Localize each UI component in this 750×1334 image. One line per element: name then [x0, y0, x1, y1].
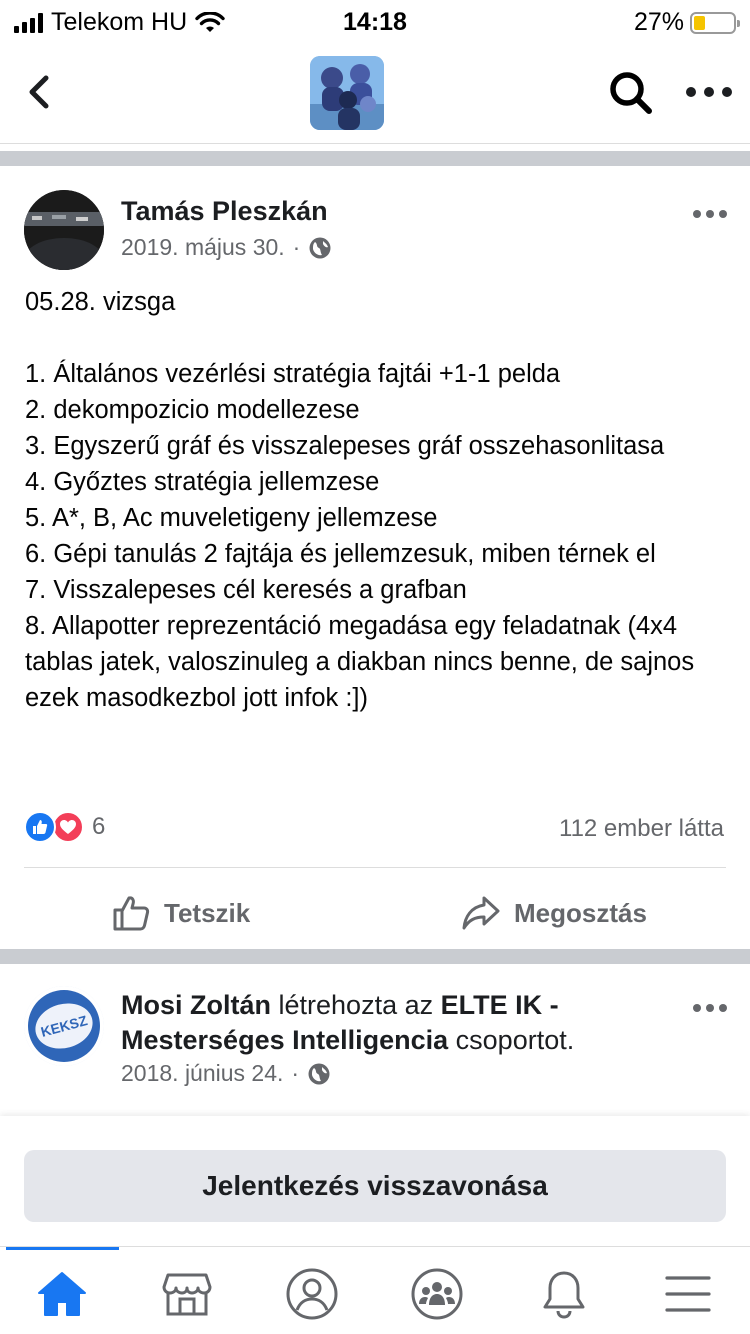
- post-divider: [24, 867, 726, 868]
- story-actor[interactable]: Mosi Zoltán: [121, 990, 271, 1020]
- post-options-icon[interactable]: [693, 210, 727, 218]
- post-author[interactable]: Tamás Pleszkán: [121, 196, 328, 227]
- battery-icon: [690, 11, 740, 34]
- groups-icon[interactable]: [410, 1267, 464, 1321]
- group-created-story: KEKSZ Mosi Zoltán létrehozta az ELTE IK …: [0, 964, 750, 1116]
- search-icon[interactable]: [608, 70, 654, 116]
- story-verb: létrehozta az: [278, 990, 434, 1020]
- share-button[interactable]: Megosztás: [462, 888, 647, 938]
- globe-icon: [308, 1063, 330, 1084]
- home-icon[interactable]: [35, 1267, 89, 1321]
- post-meta: 2019. május 30. ·: [121, 234, 332, 261]
- top-nav: [0, 42, 750, 144]
- story-options-icon[interactable]: [693, 1004, 727, 1012]
- bottom-tab-bar: [0, 1246, 750, 1334]
- menu-icon[interactable]: [661, 1267, 715, 1321]
- story-date[interactable]: 2018. június 24.: [121, 1060, 283, 1087]
- post-line: 6. Gépi tanulás 2 fajtája és jellemzesuk…: [25, 540, 656, 568]
- post-line: 4. Győztes stratégia jellemzese: [25, 468, 380, 496]
- post-line: 5. A*, B, Ac muveletigeny jellemzese: [25, 504, 438, 532]
- group-creator-avatar[interactable]: KEKSZ: [24, 986, 104, 1066]
- section-separator: [0, 949, 750, 964]
- active-tab-indicator: [6, 1247, 119, 1250]
- post-line: 1. Általános vezérlési stratégia fajtái …: [25, 360, 561, 388]
- post-date[interactable]: 2019. május 30.: [121, 234, 285, 261]
- group-cover-image[interactable]: [310, 56, 384, 130]
- notifications-icon[interactable]: [537, 1267, 591, 1321]
- back-chevron-icon[interactable]: [22, 72, 62, 112]
- seen-count[interactable]: 112 ember látta: [559, 815, 724, 843]
- like-button[interactable]: Tetszik: [112, 888, 250, 938]
- post-line: 8. Allapotter reprezentáció megadása egy…: [25, 612, 695, 712]
- post-line: 05.28. vizsga: [25, 288, 176, 316]
- marketplace-icon[interactable]: [160, 1267, 214, 1321]
- meta-separator: ·: [292, 234, 301, 260]
- post-line: [25, 320, 725, 356]
- love-reaction-icon: [52, 811, 84, 843]
- section-separator: [0, 151, 750, 166]
- share-button-label: Megosztás: [514, 897, 647, 928]
- meta-separator: ·: [291, 1060, 300, 1086]
- battery-percent: 27%: [633, 8, 684, 36]
- story-text: Mosi Zoltán létrehozta az ELTE IK - Mest…: [121, 988, 681, 1058]
- reactions-summary[interactable]: 6: [24, 811, 105, 843]
- globe-icon: [309, 237, 331, 258]
- thumbs-up-icon: [113, 896, 150, 931]
- share-arrow-icon: [462, 896, 500, 930]
- like-reaction-icon: [24, 811, 56, 843]
- like-button-label: Tetszik: [164, 897, 251, 928]
- cancel-request-button[interactable]: Jelentkezés visszavonása: [24, 1150, 726, 1222]
- story-meta: 2018. június 24. ·: [121, 1060, 331, 1087]
- post-line: 3. Egyszerű gráf és visszalepeses gráf o…: [25, 432, 665, 460]
- post-line: 2. dekompozicio modellezese: [25, 396, 360, 424]
- reaction-count: 6: [92, 813, 106, 840]
- more-horizontal-icon[interactable]: [686, 80, 734, 104]
- author-avatar[interactable]: [24, 190, 104, 270]
- post-line: 7. Visszalepeses cél keresés a grafban: [25, 576, 467, 604]
- profile-icon[interactable]: [285, 1267, 339, 1321]
- status-bar: Telekom HU 14:18 27%: [0, 0, 750, 42]
- story-suffix: csoportot.: [455, 1025, 575, 1055]
- post-body: 05.28. vizsga 1. Általános vezérlési str…: [25, 284, 725, 716]
- membership-panel: Jelentkezés visszavonása: [0, 1116, 750, 1246]
